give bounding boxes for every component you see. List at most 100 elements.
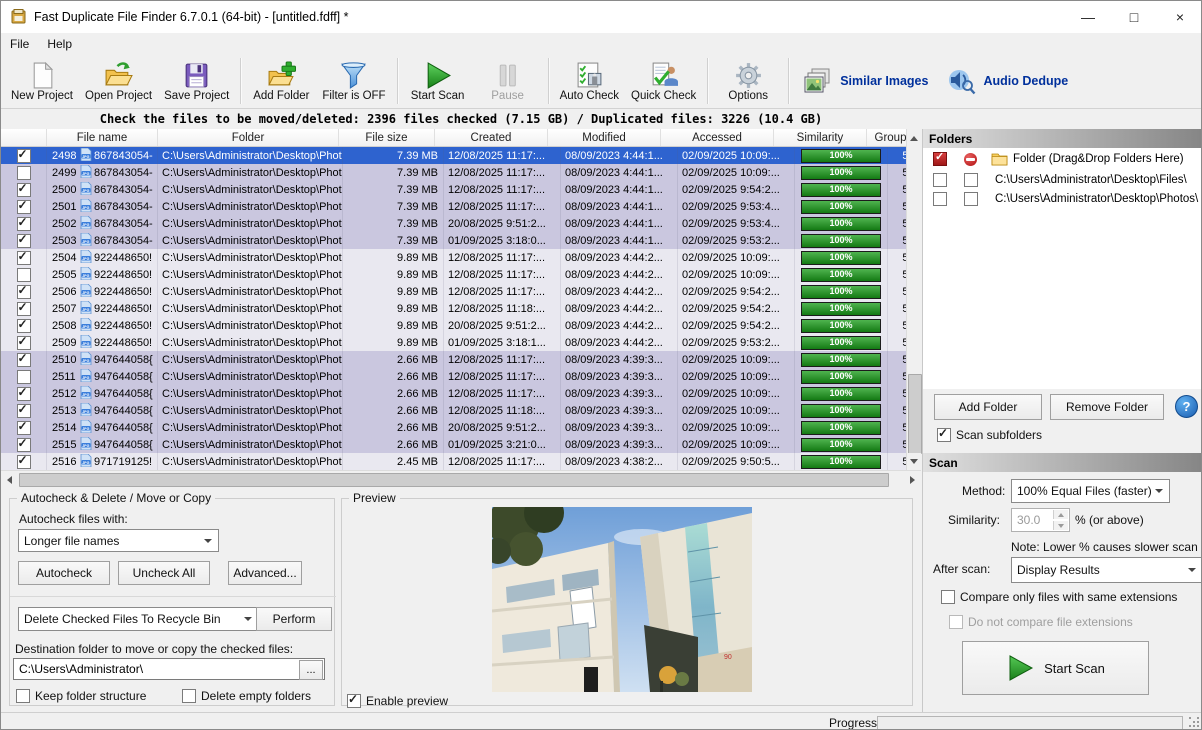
menu-item-file[interactable]: File — [1, 35, 38, 53]
auto-check-button[interactable]: Auto Check — [554, 55, 625, 107]
row-checkbox[interactable] — [17, 421, 31, 435]
folder-include-checkbox[interactable] — [933, 173, 947, 187]
open-project-button[interactable]: Open Project — [79, 55, 158, 107]
table-row[interactable]: 2502JPG867843054-C:\Users\Administrator\… — [1, 215, 906, 232]
exclude-icon[interactable] — [964, 153, 977, 166]
table-row[interactable]: 2506JPG922448650!C:\Users\Administrator\… — [1, 283, 906, 300]
table-row[interactable]: 2515JPG947644058{C:\Users\Administrator\… — [1, 436, 906, 453]
browse-button[interactable]: ... — [299, 660, 323, 680]
row-checkbox[interactable] — [17, 404, 31, 418]
row-checkbox[interactable] — [17, 370, 31, 384]
row-checkbox[interactable] — [17, 183, 31, 197]
table-row[interactable]: 2504JPG922448650!C:\Users\Administrator\… — [1, 249, 906, 266]
autocheck-button[interactable]: Autocheck — [18, 561, 110, 585]
enable-preview-checkbox[interactable]: Enable preview — [347, 694, 448, 708]
delete-empty-checkbox[interactable]: Delete empty folders — [182, 689, 311, 703]
uncheck-all-button[interactable]: Uncheck All — [118, 561, 210, 585]
folder-list-item[interactable]: C:\Users\Administrator\Desktop\Photos\ — [923, 189, 1202, 208]
scroll-right-icon[interactable] — [904, 472, 921, 487]
menu-item-help[interactable]: Help — [38, 35, 81, 53]
table-row[interactable]: 2508JPG922448650!C:\Users\Administrator\… — [1, 317, 906, 334]
row-checkbox[interactable] — [17, 455, 31, 469]
column-header-file-name[interactable]: File name — [47, 129, 158, 146]
autocheck-with-dropdown[interactable]: Longer file names — [18, 529, 219, 552]
maximize-button[interactable]: □ — [1111, 1, 1157, 33]
row-checkbox[interactable] — [17, 285, 31, 299]
table-row[interactable]: 2513JPG947644058{C:\Users\Administrator\… — [1, 402, 906, 419]
table-row[interactable]: 2498JPG867843054-C:\Users\Administrator\… — [1, 147, 906, 164]
row-checkbox[interactable] — [17, 234, 31, 248]
folder-exclude-checkbox[interactable] — [964, 192, 978, 206]
column-header-created[interactable]: Created — [435, 129, 548, 146]
table-row[interactable]: 2512JPG947644058{C:\Users\Administrator\… — [1, 385, 906, 402]
row-checkbox[interactable] — [17, 438, 31, 452]
row-checkbox[interactable] — [17, 353, 31, 367]
method-dropdown[interactable]: 100% Equal Files (faster) — [1011, 479, 1170, 503]
add-folder-button[interactable]: Add Folder — [246, 55, 316, 107]
horizontal-scroll-thumb[interactable] — [19, 473, 889, 487]
scroll-down-icon[interactable] — [907, 453, 921, 470]
table-row[interactable]: 2499JPG867843054-C:\Users\Administrator\… — [1, 164, 906, 181]
vertical-scrollbar[interactable] — [906, 129, 921, 470]
column-header-checkbox[interactable] — [1, 129, 47, 146]
table-row[interactable]: 2503JPG867843054-C:\Users\Administrator\… — [1, 232, 906, 249]
keep-structure-checkbox[interactable]: Keep folder structure — [16, 689, 146, 703]
table-row[interactable]: 2507JPG922448650!C:\Users\Administrator\… — [1, 300, 906, 317]
spin-up-icon[interactable] — [1053, 510, 1068, 519]
new-project-button[interactable]: New Project — [5, 55, 79, 107]
table-row[interactable]: 2501JPG867843054-C:\Users\Administrator\… — [1, 198, 906, 215]
minimize-button[interactable]: — — [1065, 1, 1111, 33]
resize-grip-icon[interactable] — [1189, 717, 1200, 728]
remove-folder-button[interactable]: Remove Folder — [1050, 394, 1164, 420]
row-checkbox[interactable] — [17, 251, 31, 265]
column-header-modified[interactable]: Modified — [548, 129, 661, 146]
vertical-scroll-thumb[interactable] — [908, 374, 922, 454]
destination-input[interactable]: C:\Users\Administrator\ ... — [13, 658, 325, 680]
folder-include-checkbox[interactable] — [933, 192, 947, 206]
scroll-left-icon[interactable] — [1, 472, 18, 487]
row-checkbox[interactable] — [17, 302, 31, 316]
folder-list-item[interactable]: C:\Users\Administrator\Desktop\Files\ — [923, 170, 1202, 189]
same-extensions-checkbox-box[interactable] — [941, 590, 955, 604]
start-scan-button[interactable]: Start Scan — [962, 641, 1149, 695]
column-header-file-size[interactable]: File size — [339, 129, 435, 146]
same-extensions-checkbox[interactable]: Compare only files with same extensions — [941, 590, 1177, 604]
table-row[interactable]: 2500JPG867843054-C:\Users\Administrator\… — [1, 181, 906, 198]
include-all-checkbox-icon[interactable] — [933, 152, 947, 166]
row-checkbox[interactable] — [17, 387, 31, 401]
save-project-button[interactable]: Save Project — [158, 55, 235, 107]
row-checkbox[interactable] — [17, 217, 31, 231]
row-checkbox[interactable] — [17, 336, 31, 350]
column-header-accessed[interactable]: Accessed — [661, 129, 774, 146]
after-scan-dropdown[interactable]: Display Results — [1011, 557, 1202, 583]
quick-check-button[interactable]: Quick Check — [625, 55, 702, 107]
enable-preview-checkbox-box[interactable] — [347, 694, 361, 708]
help-button[interactable]: ? — [1175, 395, 1198, 418]
scroll-up-icon[interactable] — [907, 129, 921, 147]
column-header-folder[interactable]: Folder — [158, 129, 339, 146]
spin-down-icon[interactable] — [1053, 521, 1068, 530]
row-checkbox[interactable] — [17, 319, 31, 333]
table-row[interactable]: 2510JPG947644058{C:\Users\Administrator\… — [1, 351, 906, 368]
close-button[interactable]: × — [1157, 1, 1202, 33]
advanced-button[interactable]: Advanced... — [228, 561, 302, 585]
delete-empty-checkbox-box[interactable] — [182, 689, 196, 703]
similar-images-button[interactable]: Similar Images — [794, 56, 937, 106]
options-button[interactable]: Options — [713, 55, 783, 107]
table-row[interactable]: 2516JPG971719125!C:\Users\Administrator\… — [1, 453, 906, 470]
scan-subfolders-checkbox[interactable]: Scan subfolders — [937, 428, 1042, 442]
table-row[interactable]: 2511JPG947644058{C:\Users\Administrator\… — [1, 368, 906, 385]
column-header-similarity[interactable]: Similarity — [774, 129, 867, 146]
horizontal-scrollbar[interactable] — [1, 470, 921, 487]
row-checkbox[interactable] — [17, 149, 31, 163]
filter-button[interactable]: Filter is OFF — [316, 55, 391, 107]
row-checkbox[interactable] — [17, 166, 31, 180]
similarity-spinner[interactable]: 30.0 — [1011, 508, 1070, 532]
scan-subfolders-checkbox-box[interactable] — [937, 428, 951, 442]
table-row[interactable]: 2505JPG922448650!C:\Users\Administrator\… — [1, 266, 906, 283]
start-scan-button[interactable]: Start Scan — [403, 55, 473, 107]
audio-dedupe-button[interactable]: Audio Dedupe — [937, 56, 1077, 106]
action-dropdown[interactable]: Delete Checked Files To Recycle Bin — [18, 607, 259, 631]
row-checkbox[interactable] — [17, 200, 31, 214]
table-row[interactable]: 2514JPG947644058{C:\Users\Administrator\… — [1, 419, 906, 436]
